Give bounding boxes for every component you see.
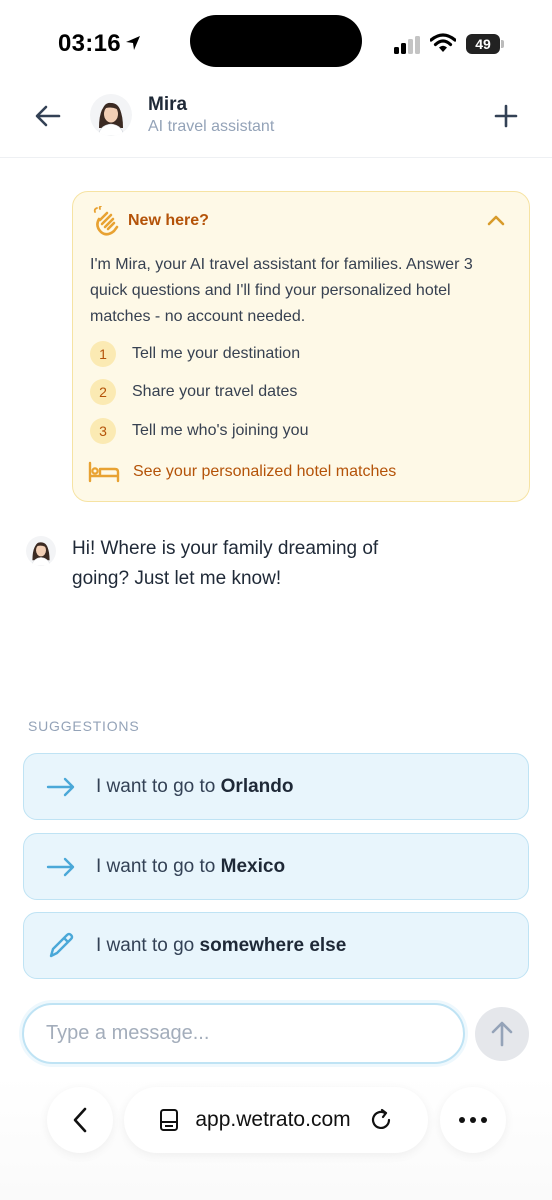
location-arrow-icon [124, 34, 142, 57]
arrow-left-icon [35, 105, 61, 127]
chat-header: Mira AI travel assistant [0, 84, 552, 158]
url-text: app.wetrato.com [195, 1108, 351, 1131]
hotel-matches-text: See your personalized hotel matches [133, 463, 397, 480]
suggestion-emphasis: Orlando [220, 775, 294, 797]
step-item: 2 Share your travel dates [90, 379, 297, 405]
chevron-left-icon [73, 1107, 87, 1133]
browser-back-button[interactable] [47, 1087, 113, 1153]
suggestions-label: SUGGESTIONS [28, 718, 140, 734]
suggestion-text: I want to go to Mexico [96, 856, 285, 878]
assistant-name: Mira [148, 94, 188, 115]
arrow-right-icon [46, 857, 86, 877]
step-number: 2 [90, 379, 116, 405]
step-item: 1 Tell me your destination [90, 341, 300, 367]
browser-more-button[interactable] [440, 1087, 506, 1153]
message-input[interactable] [22, 1003, 465, 1064]
step-text: Share your travel dates [132, 383, 298, 400]
pencil-icon [46, 932, 86, 960]
step-number: 1 [90, 341, 116, 367]
step-text: Tell me who's joining you [132, 422, 309, 439]
step-item: 3 Tell me who's joining you [90, 418, 308, 444]
suggestion-somewhere-else[interactable]: I want to go somewhere else [23, 912, 529, 979]
welcome-card-title: New here? [128, 212, 209, 229]
waving-hand-icon [91, 205, 123, 243]
suggestion-prefix: I want to go to [96, 775, 221, 797]
clock: 03:16 [58, 30, 121, 57]
battery-tip [501, 40, 504, 48]
bed-icon [88, 461, 120, 483]
hotel-matches-step: See your personalized hotel matches [88, 459, 396, 485]
chevron-up-icon [487, 215, 505, 226]
assistant-message: Hi! Where is your family dreaming of goi… [72, 538, 379, 589]
assistant-avatar [90, 94, 132, 136]
send-button[interactable] [475, 1007, 529, 1061]
address-bar[interactable]: app.wetrato.com [124, 1087, 428, 1153]
arrow-up-icon [491, 1021, 513, 1047]
reload-icon[interactable] [369, 1108, 393, 1132]
browser-toolbar: app.wetrato.com [0, 1075, 552, 1200]
cellular-signal-icon [394, 36, 422, 59]
step-number: 3 [90, 418, 116, 444]
more-dots-icon [459, 1117, 487, 1123]
dynamic-island [190, 15, 362, 67]
plus-icon [494, 104, 518, 128]
new-chat-button[interactable] [488, 98, 524, 134]
welcome-card-intro: I'm Mira, your AI travel assistant for f… [90, 256, 473, 325]
suggestion-mexico[interactable]: I want to go to Mexico [23, 833, 529, 900]
suggestion-prefix: I want to go to [96, 855, 221, 877]
welcome-card: New here? I'm Mira, your AI travel assis… [72, 191, 530, 502]
step-text: Tell me your destination [132, 345, 301, 362]
assistant-subtitle: AI travel assistant [148, 118, 275, 135]
collapse-button[interactable] [483, 208, 509, 232]
page-tabs-icon [160, 1109, 179, 1131]
message-avatar [26, 536, 56, 566]
suggestion-prefix: I want to go [96, 934, 200, 956]
arrow-right-icon [46, 777, 86, 797]
wifi-icon [429, 33, 457, 58]
suggestion-text: I want to go to Orlando [96, 776, 293, 798]
suggestion-text: I want to go somewhere else [96, 935, 346, 957]
suggestion-orlando[interactable]: I want to go to Orlando [23, 753, 529, 820]
battery-indicator: 49 [466, 34, 500, 54]
status-bar: 03:16 49 [0, 0, 552, 84]
suggestion-emphasis: somewhere else [199, 934, 347, 956]
suggestion-emphasis: Mexico [220, 855, 286, 877]
back-button[interactable] [28, 98, 68, 134]
